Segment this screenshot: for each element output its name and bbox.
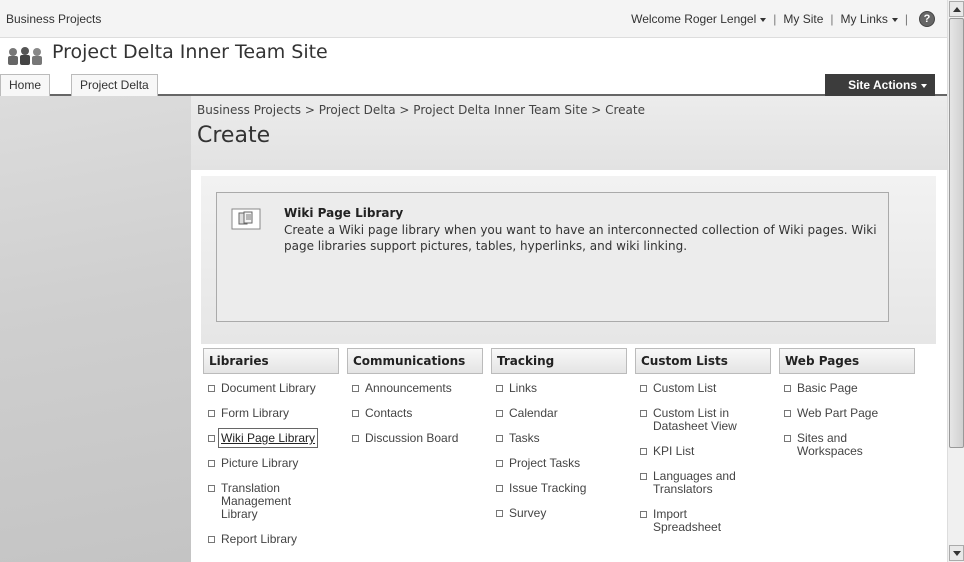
category-custom-lists: Custom Lists Custom List Custom List in … xyxy=(635,348,771,546)
main-content: Business Projects > Project Delta > Proj… xyxy=(191,96,947,562)
list-item[interactable]: Project Tasks xyxy=(491,457,627,470)
category-list: Custom List Custom List in Datasheet Vie… xyxy=(635,382,771,534)
vertical-scrollbar[interactable] xyxy=(947,0,964,562)
list-item[interactable]: Survey xyxy=(491,507,627,520)
list-item[interactable]: Languages and Translators xyxy=(635,470,771,496)
item-preview: Wiki Page Library Create a Wiki page lib… xyxy=(216,192,889,322)
site-title[interactable]: Project Delta Inner Team Site xyxy=(52,41,328,63)
breadcrumb[interactable]: Business Projects > Project Delta > Proj… xyxy=(197,103,645,117)
category-communications: Communications Announcements Contacts Di… xyxy=(347,348,483,457)
arrow-down-icon xyxy=(952,550,961,556)
list-item[interactable]: Form Library xyxy=(203,407,339,420)
my-site-link[interactable]: My Site xyxy=(783,12,823,26)
site-header: Project Delta Inner Team Site xyxy=(0,38,947,72)
list-item[interactable]: Web Part Page xyxy=(779,407,915,420)
welcome-menu[interactable]: Welcome Roger Lengel xyxy=(631,12,767,26)
list-item[interactable]: Picture Library xyxy=(203,457,339,470)
list-item-selected[interactable]: Wiki Page Library xyxy=(203,428,339,448)
category-list: Links Calendar Tasks Project Tasks Issue… xyxy=(491,382,627,520)
left-navigation-panel xyxy=(0,96,191,562)
list-item[interactable]: KPI List xyxy=(635,445,771,458)
welcome-text: Welcome Roger Lengel xyxy=(631,12,757,26)
scroll-thumb[interactable] xyxy=(949,18,964,448)
list-item[interactable]: Tasks xyxy=(491,432,627,445)
chevron-down-icon xyxy=(891,17,898,22)
list-item[interactable]: Sites and Workspaces xyxy=(779,432,915,458)
list-item[interactable]: Custom List xyxy=(635,382,771,395)
category-tracking: Tracking Links Calendar Tasks Project Ta… xyxy=(491,348,627,532)
list-item[interactable]: Calendar xyxy=(491,407,627,420)
category-web-pages: Web Pages Basic Page Web Part Page Sites… xyxy=(779,348,915,470)
separator: | xyxy=(830,12,834,26)
site-collection-link[interactable]: Business Projects xyxy=(6,12,101,26)
page-title: Create xyxy=(197,123,271,148)
category-heading: Communications xyxy=(347,348,483,374)
category-list: Document Library Form Library Wiki Page … xyxy=(203,382,339,546)
list-item[interactable]: Basic Page xyxy=(779,382,915,395)
category-heading: Custom Lists xyxy=(635,348,771,374)
site-actions-label: Site Actions xyxy=(848,78,917,92)
tab-home[interactable]: Home xyxy=(0,74,51,96)
chevron-down-icon xyxy=(760,17,767,22)
my-links-text: My Links xyxy=(840,12,888,26)
top-navigation: Home Project Delta Site Actions xyxy=(0,72,947,96)
list-item[interactable]: Issue Tracking xyxy=(491,482,627,495)
category-libraries: Libraries Document Library Form Library … xyxy=(203,348,339,558)
list-item[interactable]: Links xyxy=(491,382,627,395)
tab-project-delta[interactable]: Project Delta xyxy=(71,74,158,96)
my-links-menu[interactable]: My Links xyxy=(841,12,898,26)
list-item[interactable]: Discussion Board xyxy=(347,432,483,445)
people-icon xyxy=(8,47,42,65)
separator: | xyxy=(773,12,777,26)
arrow-up-icon xyxy=(952,6,961,12)
preview-heading: Wiki Page Library xyxy=(284,206,404,220)
separator: | xyxy=(904,12,908,26)
list-item[interactable]: Custom List in Datasheet View xyxy=(635,407,771,433)
scroll-down-button[interactable] xyxy=(949,545,964,561)
list-item[interactable]: Report Library xyxy=(203,533,339,546)
list-item[interactable]: Import Spreadsheet xyxy=(635,508,771,534)
list-item[interactable]: Contacts xyxy=(347,407,483,420)
preview-description: Create a Wiki page library when you want… xyxy=(284,223,877,253)
site-actions-menu[interactable]: Site Actions xyxy=(825,74,935,96)
scroll-up-button[interactable] xyxy=(949,1,964,17)
category-heading: Tracking xyxy=(491,348,627,374)
category-list: Basic Page Web Part Page Sites and Works… xyxy=(779,382,915,458)
user-area: Welcome Roger Lengel | My Site | My Link… xyxy=(631,11,935,27)
chevron-down-icon xyxy=(921,83,927,88)
category-list: Announcements Contacts Discussion Board xyxy=(347,382,483,445)
category-heading: Libraries xyxy=(203,348,339,374)
global-top-bar: Business Projects Welcome Roger Lengel |… xyxy=(0,0,947,38)
category-heading: Web Pages xyxy=(779,348,915,374)
library-icon xyxy=(231,208,261,230)
help-icon[interactable]: ? xyxy=(919,11,935,27)
list-item[interactable]: Document Library xyxy=(203,382,339,395)
list-item[interactable]: Translation Management Library xyxy=(203,482,339,521)
page-header: Business Projects > Project Delta > Proj… xyxy=(191,96,947,170)
list-item[interactable]: Announcements xyxy=(347,382,483,395)
